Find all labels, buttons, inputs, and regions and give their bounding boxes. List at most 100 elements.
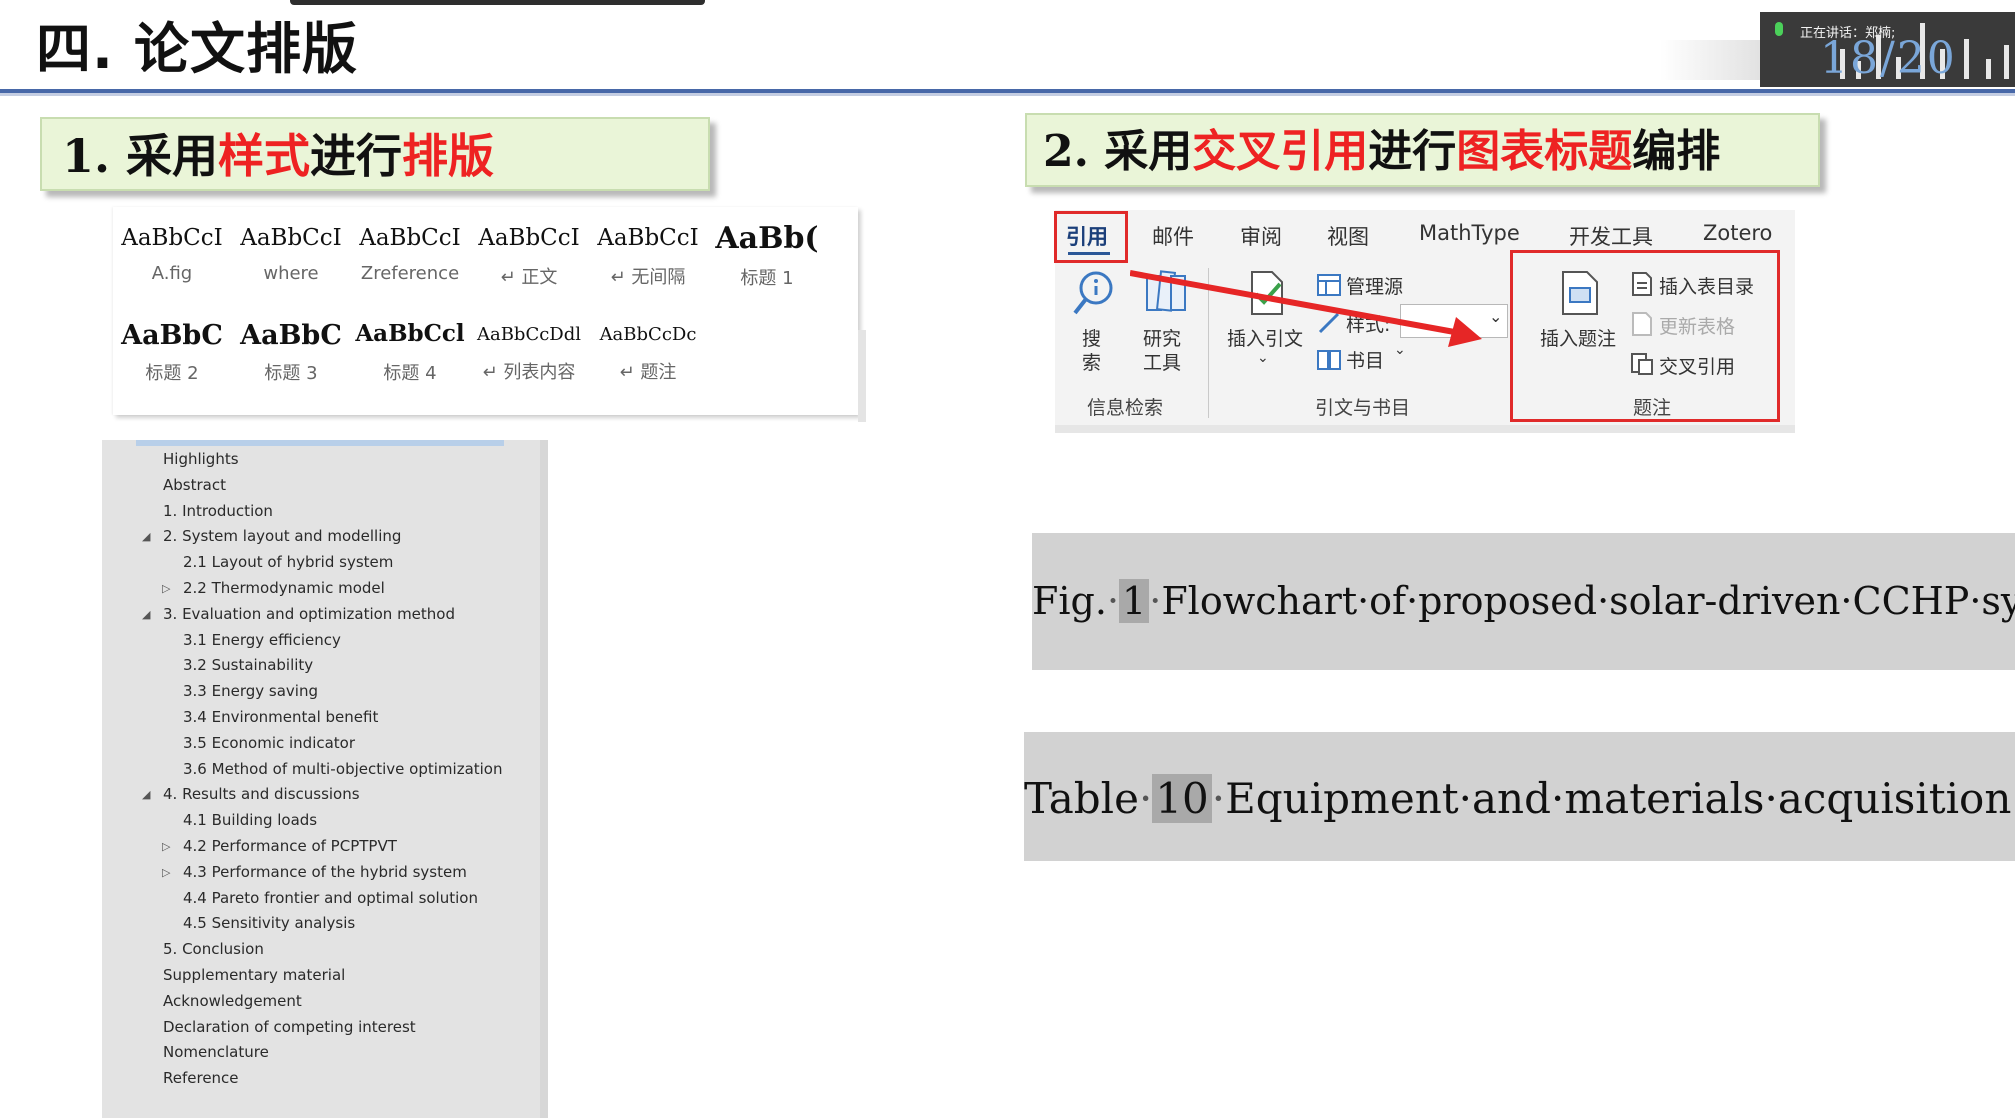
style-name: 标题 4 — [383, 363, 437, 384]
search-label-line1: 搜 — [1082, 328, 1102, 350]
style-tile-no-spacing[interactable]: AaBbCcI ↵ 无间隔 — [589, 207, 707, 295]
annotation-arrow-icon — [1130, 270, 1482, 347]
nav-item[interactable]: 3.4 Environmental benefit — [183, 708, 378, 726]
style-name: ↵ 列表内容 — [482, 362, 576, 383]
style-tile-heading1[interactable]: AaBb( 标题 1 — [708, 207, 826, 295]
style-tile-list-content[interactable]: AaBbCcDdl ↵ 列表内容 — [470, 302, 588, 390]
tab-review[interactable]: 审阅 — [1240, 221, 1282, 251]
section2-number: 2. — [1043, 126, 1105, 177]
microphone-icon — [1775, 22, 1783, 36]
style-name: ↵ 题注 — [619, 362, 677, 383]
nav-item[interactable]: Nomenclature — [163, 1043, 269, 1061]
style-tile-where[interactable]: AaBbCcI where — [232, 207, 350, 295]
style-sample: AaBbCcDc — [599, 324, 697, 345]
navigation-pane-border[interactable] — [540, 440, 548, 1118]
style-tile-heading2[interactable]: AaBbC 标题 2 — [113, 302, 231, 390]
tab-mailings[interactable]: 邮件 — [1152, 221, 1194, 251]
section1-highlight-layout: 排版 — [402, 129, 495, 183]
tab-zotero[interactable]: Zotero — [1703, 221, 1772, 245]
nav-item[interactable]: 3.5 Economic indicator — [183, 734, 355, 752]
nav-item[interactable]: 1. Introduction — [163, 502, 273, 520]
insert-caption-icon — [1562, 271, 1598, 315]
nav-item[interactable]: Acknowledgement — [163, 992, 302, 1010]
expand-toggle-icon[interactable]: ▷ — [162, 866, 170, 879]
section2-text-1: 采用 — [1104, 126, 1193, 177]
nav-item[interactable]: 3.6 Method of multi-objective optimizati… — [183, 760, 503, 778]
nav-item[interactable]: 4.3 Performance of the hybrid system — [183, 863, 467, 881]
section2-heading: 2. 采用交叉引用进行图表标题编排 — [1025, 113, 1820, 187]
style-tile-afig[interactable]: AaBbCcI A.fig — [113, 207, 231, 295]
style-tile-heading3[interactable]: AaBbC 标题 3 — [232, 302, 350, 390]
section1-text-2: 进行 — [310, 129, 403, 183]
audio-level-bar — [1964, 39, 1969, 79]
expand-toggle-icon[interactable]: ▷ — [162, 582, 170, 595]
search-icon — [1073, 271, 1113, 315]
nav-item[interactable]: 4.5 Sensitivity analysis — [183, 914, 355, 932]
style-tile-normal[interactable]: AaBbCcI ↵ 正文 — [470, 207, 588, 295]
style-tile-caption[interactable]: AaBbCcDc ↵ 题注 — [589, 302, 707, 390]
nav-item[interactable]: 4.1 Building loads — [183, 811, 317, 829]
update-table-button[interactable]: 更新表格 — [1630, 310, 1770, 340]
nav-item[interactable]: 4. Results and discussions — [163, 785, 360, 803]
style-sample: AaBb( — [715, 221, 819, 256]
style-name: 标题 3 — [264, 363, 318, 384]
search-button[interactable]: 搜 索 — [1064, 268, 1124, 376]
nav-item[interactable]: Abstract — [163, 476, 226, 494]
nav-selected-item[interactable] — [136, 440, 504, 446]
figure-caption-prefix: Fig. — [1032, 579, 1107, 623]
collapse-toggle-icon[interactable]: ◢ — [142, 608, 150, 621]
nav-item[interactable]: 2. System layout and modelling — [163, 527, 401, 545]
table-number-field[interactable]: 10 — [1152, 774, 1212, 823]
section1-number: 1. — [62, 129, 127, 183]
nav-item[interactable]: 4.4 Pareto frontier and optimal solution — [183, 889, 478, 907]
tab-mathtype[interactable]: MathType — [1419, 221, 1520, 245]
nav-item[interactable]: 3.2 Sustainability — [183, 656, 313, 674]
nav-item[interactable]: 5. Conclusion — [163, 940, 264, 958]
group-label-info-retrieval: 信息检索 — [1087, 397, 1164, 419]
insert-caption-button[interactable]: 插入题注 — [1535, 268, 1625, 358]
nav-item[interactable]: 2.1 Layout of hybrid system — [183, 553, 393, 571]
gallery-scrollbar[interactable] — [858, 330, 866, 422]
nav-item[interactable]: Reference — [163, 1069, 239, 1087]
nav-item[interactable]: Declaration of competing interest — [163, 1018, 416, 1036]
overlay-fade — [1660, 40, 1770, 80]
style-tile-zreference[interactable]: AaBbCcI Zreference — [351, 207, 469, 295]
style-name: where — [263, 263, 319, 284]
style-name: 标题 1 — [740, 268, 794, 289]
section2-text-3: 编排 — [1632, 126, 1721, 177]
insert-table-of-figures-button[interactable]: 插入表目录 — [1630, 270, 1770, 300]
style-name: Zreference — [360, 263, 460, 284]
section1-highlight-styles: 样式 — [218, 129, 311, 183]
update-table-icon — [1632, 312, 1652, 336]
nav-item[interactable]: 3.3 Energy saving — [183, 682, 318, 700]
insert-table-of-figures-label: 插入表目录 — [1659, 276, 1755, 298]
table-caption-text: Equipment·and·materials·acquisition·cost… — [1225, 774, 2015, 823]
tab-developer[interactable]: 开发工具 — [1569, 221, 1653, 251]
nav-item[interactable]: 4.2 Performance of PCPTPVT — [183, 837, 397, 855]
figure-number-field[interactable]: 1 — [1119, 579, 1150, 623]
audio-level-bar — [1986, 59, 1991, 79]
nav-item[interactable]: Supplementary material — [163, 966, 345, 984]
style-tile-heading4[interactable]: AaBbCcl 标题 4 — [351, 302, 469, 390]
style-name: 标题 2 — [145, 363, 199, 384]
cross-reference-button[interactable]: 交叉引用 — [1630, 350, 1770, 380]
page-counter: 18/20 — [1820, 33, 1957, 84]
collapse-toggle-icon[interactable]: ◢ — [142, 530, 150, 543]
styles-gallery: AaBbCcI A.fig AaBbCcI where AaBbCcI Zref… — [113, 207, 858, 415]
section2-highlight-crossref: 交叉引用 — [1192, 126, 1369, 177]
ribbon-bottom-edge — [1055, 425, 1795, 433]
group-label-captions: 题注 — [1633, 397, 1672, 419]
nav-item[interactable]: 3. Evaluation and optimization method — [163, 605, 455, 623]
group-label-citations: 引文与书目 — [1315, 397, 1411, 419]
update-table-label: 更新表格 — [1659, 316, 1736, 338]
tab-highlight-box — [1054, 211, 1128, 263]
tab-view[interactable]: 视图 — [1327, 221, 1369, 251]
cross-reference-icon — [1631, 353, 1653, 375]
collapse-toggle-icon[interactable]: ◢ — [142, 788, 150, 801]
audio-level-bar — [2004, 45, 2009, 79]
nav-item[interactable]: 2.2 Thermodynamic model — [183, 579, 385, 597]
nav-item[interactable]: Highlights — [163, 450, 239, 468]
style-sample: AaBbCcl — [355, 320, 465, 347]
expand-toggle-icon[interactable]: ▷ — [162, 840, 170, 853]
nav-item[interactable]: 3.1 Energy efficiency — [183, 631, 341, 649]
